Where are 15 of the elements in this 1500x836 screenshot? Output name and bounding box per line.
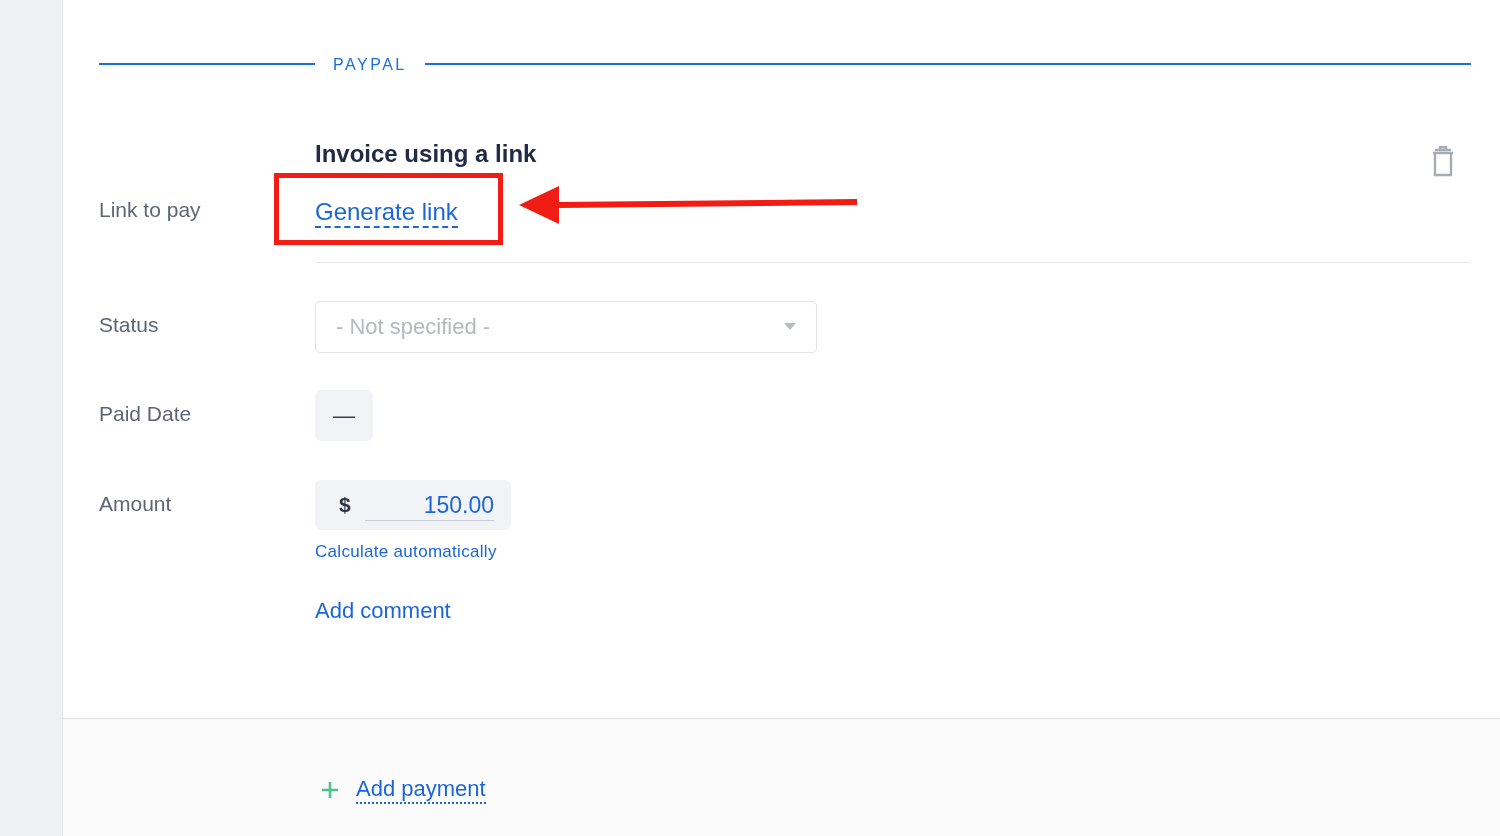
invoice-heading: Invoice using a link <box>315 140 537 168</box>
paid-date-label: Paid Date <box>99 402 193 426</box>
amount-field[interactable]: $ 150.00 <box>315 480 511 530</box>
status-label: Status <box>99 313 160 337</box>
amount-label: Amount <box>99 492 173 516</box>
add-comment-link[interactable]: Add comment <box>315 598 451 624</box>
generate-link[interactable]: Generate link <box>315 198 458 228</box>
add-payment-link[interactable]: Add payment <box>356 775 486 804</box>
link-to-pay-label: Link to pay <box>99 198 202 222</box>
plus-icon <box>320 779 340 800</box>
calculate-automatically-link[interactable]: Calculate automatically <box>315 542 497 562</box>
trash-icon[interactable] <box>1430 146 1456 178</box>
dropdown-caret-icon <box>784 323 796 331</box>
paid-date-field[interactable]: — <box>315 390 373 441</box>
section-title: PAYPAL <box>333 56 407 74</box>
